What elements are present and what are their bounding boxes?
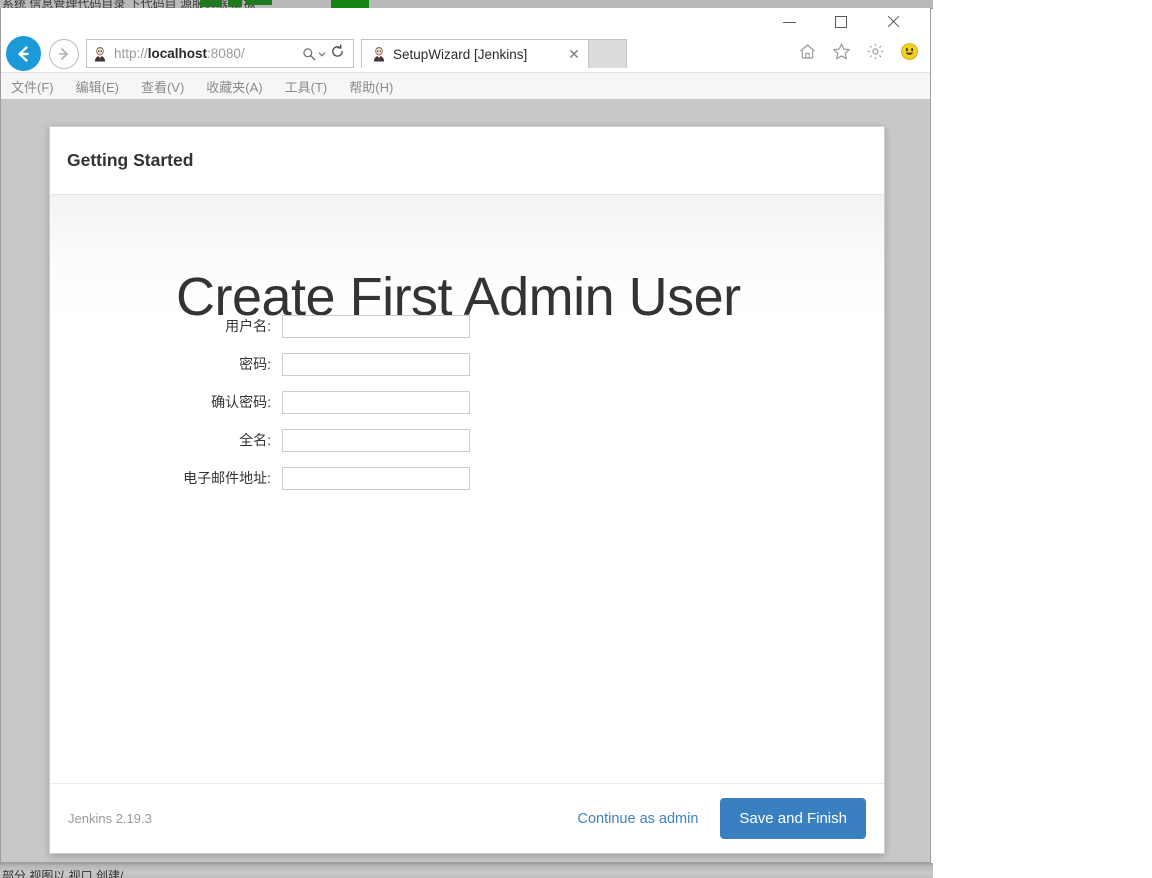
username-input[interactable] bbox=[282, 314, 470, 338]
browser-tab-title: SetupWizard [Jenkins] bbox=[393, 46, 528, 62]
back-button[interactable] bbox=[6, 36, 41, 71]
page-title: Getting Started bbox=[67, 150, 194, 170]
address-bar[interactable]: http://localhost:8080/ bbox=[86, 39, 354, 68]
menu-tools[interactable]: 工具(T) bbox=[285, 77, 328, 96]
browser-menu-bar: 文件(F) 编辑(E) 查看(V) 收藏夹(A) 工具(T) 帮助(H) bbox=[1, 72, 930, 101]
jenkins-butler-favicon bbox=[371, 46, 387, 62]
window-minimize-button[interactable] bbox=[766, 8, 812, 36]
browser-title-bar bbox=[1, 8, 930, 36]
card-body: Create First Admin User 用户名: 密码: 确认密码: 全… bbox=[50, 195, 884, 783]
back-arrow-icon bbox=[17, 45, 29, 62]
refresh-icon[interactable] bbox=[330, 44, 345, 63]
form-row-fullname: 全名: bbox=[50, 421, 884, 459]
fullname-input[interactable] bbox=[282, 428, 470, 452]
tab-close-icon[interactable]: ✕ bbox=[564, 44, 584, 64]
jenkins-version-label: Jenkins 2.19.3 bbox=[68, 811, 152, 826]
window-maximize-button[interactable] bbox=[818, 8, 864, 36]
menu-help[interactable]: 帮助(H) bbox=[349, 77, 393, 96]
form-row-confirm-password: 确认密码: bbox=[50, 383, 884, 421]
browser-toolbar-icons bbox=[796, 40, 920, 62]
confirm-password-label: 确认密码: bbox=[211, 394, 271, 410]
save-and-finish-button[interactable]: Save and Finish bbox=[720, 798, 866, 839]
password-label: 密码: bbox=[239, 356, 271, 372]
confirm-password-input[interactable] bbox=[282, 390, 470, 414]
favorites-star-icon[interactable] bbox=[830, 40, 852, 62]
minimize-icon bbox=[782, 21, 796, 23]
settings-gear-icon[interactable] bbox=[864, 40, 886, 62]
menu-favorites[interactable]: 收藏夹(A) bbox=[206, 77, 262, 96]
page-viewport: Getting Started Create First Admin User … bbox=[1, 99, 930, 862]
maximize-icon bbox=[835, 16, 847, 28]
browser-window: http://localhost:8080/ SetupWizard [Jenk… bbox=[0, 8, 931, 863]
background-window-bottom-sliver: 部分 视图以 视口 创建/ bbox=[0, 863, 933, 878]
username-label: 用户名: bbox=[225, 318, 271, 334]
chevron-down-icon bbox=[318, 51, 326, 57]
card-footer: Jenkins 2.19.3 Continue as admin Save an… bbox=[50, 783, 884, 853]
email-label: 电子邮件地址: bbox=[183, 470, 271, 486]
footer-actions: Continue as admin Save and Finish bbox=[578, 798, 866, 839]
window-close-button[interactable] bbox=[870, 8, 916, 36]
form-row-username: 用户名: bbox=[50, 307, 884, 345]
email-input[interactable] bbox=[282, 466, 470, 490]
browser-navigation-bar: http://localhost:8080/ SetupWizard [Jenk… bbox=[1, 36, 930, 72]
close-icon bbox=[886, 15, 900, 29]
create-admin-user-form: 用户名: 密码: 确认密码: 全名: 电子邮件地址: bbox=[50, 307, 884, 497]
background-green-block-2 bbox=[228, 0, 242, 7]
background-green-block-4 bbox=[331, 0, 369, 8]
menu-edit[interactable]: 编辑(E) bbox=[76, 77, 119, 96]
fullname-label: 全名: bbox=[239, 432, 271, 448]
smiley-feedback-icon[interactable] bbox=[898, 40, 920, 62]
home-icon[interactable] bbox=[796, 40, 818, 62]
password-input[interactable] bbox=[282, 352, 470, 376]
browser-tab-setupwizard[interactable]: SetupWizard [Jenkins] ✕ bbox=[361, 39, 589, 68]
background-green-block-3 bbox=[246, 0, 272, 5]
new-tab-button[interactable] bbox=[589, 39, 627, 68]
setup-wizard-card: Getting Started Create First Admin User … bbox=[49, 126, 885, 854]
background-window-bottom-text: 部分 视图以 视口 创建/ bbox=[2, 869, 124, 878]
forward-button[interactable] bbox=[49, 39, 79, 69]
forward-arrow-icon bbox=[58, 48, 68, 60]
jenkins-butler-favicon bbox=[92, 46, 108, 62]
menu-view[interactable]: 查看(V) bbox=[141, 77, 184, 96]
card-header: Getting Started bbox=[50, 127, 884, 195]
form-row-password: 密码: bbox=[50, 345, 884, 383]
browser-tab-strip: SetupWizard [Jenkins] ✕ bbox=[361, 39, 627, 68]
search-icon bbox=[303, 47, 316, 60]
background-green-block-1 bbox=[200, 0, 222, 7]
continue-as-admin-link[interactable]: Continue as admin bbox=[578, 811, 699, 827]
menu-file[interactable]: 文件(F) bbox=[11, 77, 54, 96]
address-url-text: http://localhost:8080/ bbox=[114, 46, 245, 61]
form-row-email: 电子邮件地址: bbox=[50, 459, 884, 497]
address-search-icon[interactable] bbox=[302, 47, 326, 61]
